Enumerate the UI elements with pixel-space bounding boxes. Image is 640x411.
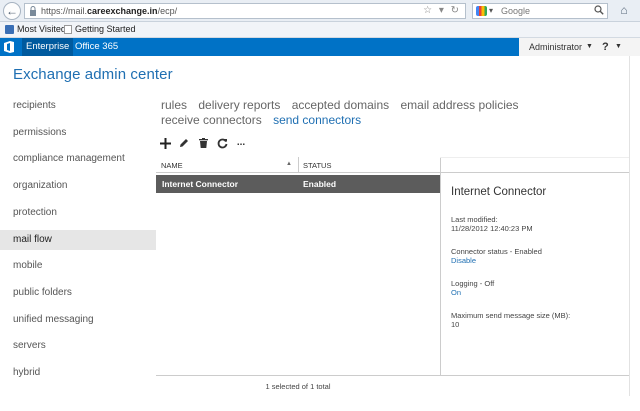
logging-on-link[interactable]: On (451, 288, 494, 297)
nav-item-permissions[interactable]: permissions (0, 123, 156, 143)
column-header-name[interactable]: NAME (161, 161, 183, 170)
column-header-status[interactable]: STATUS (303, 161, 331, 170)
bookmark-most-visited[interactable]: Most Visited (5, 22, 66, 37)
url-domain: careexchange.in (87, 6, 158, 16)
office-bar: Enterprise Office 365 Administrator ▼ ? … (0, 38, 640, 56)
back-button[interactable]: ← (3, 2, 21, 20)
connector-status-label: Connector status - Enabled (451, 247, 542, 256)
nav-item-protection[interactable]: protection (0, 203, 156, 223)
details-title: Internet Connector (451, 186, 547, 198)
add-icon[interactable] (159, 137, 171, 149)
connector-status-block: Connector status - Enabled Disable (451, 247, 542, 265)
search-icon[interactable] (594, 5, 604, 15)
bookmark-label: Most Visited (17, 24, 66, 34)
bookmark-star-icon[interactable]: ☆ ▾ ↻ (423, 4, 461, 18)
search-placeholder: Google (501, 6, 531, 16)
lock-icon (30, 6, 36, 16)
tab-enterprise[interactable]: Enterprise (22, 38, 74, 56)
more-icon[interactable]: ... (235, 137, 247, 149)
toolbar: ... (159, 136, 247, 150)
logging-block: Logging - Off On (451, 279, 494, 297)
nav-item-hybrid[interactable]: hybrid (0, 363, 156, 383)
page-title: Exchange admin center (13, 66, 173, 83)
folder-icon (5, 25, 14, 34)
sort-ascending-icon: ▲ (286, 161, 292, 167)
logging-label: Logging - Off (451, 279, 495, 288)
office-logo-icon (4, 41, 14, 53)
disable-link[interactable]: Disable (451, 256, 542, 265)
chevron-down-icon[interactable]: ▼ (615, 38, 622, 56)
chevron-down-icon[interactable]: ▾ (489, 4, 493, 18)
last-modified-value: 11/28/2012 12:40:23 PM (451, 224, 533, 233)
tab-accepted-domains[interactable]: accepted domains (292, 98, 389, 113)
address-bar[interactable]: https://mail.careexchange.in/ecp/ ☆ ▾ ↻ (24, 3, 466, 19)
nav-item-compliance-management[interactable]: compliance management (0, 149, 156, 169)
tab-rules[interactable]: rules (161, 98, 187, 113)
home-icon[interactable]: ⌂ (614, 3, 634, 19)
tab-email-address-policies[interactable]: email address policies (400, 98, 518, 113)
nav-item-mobile[interactable]: mobile (0, 256, 156, 276)
scrollbar[interactable] (629, 56, 640, 396)
max-size-block: Maximum send message size (MB): 10 (451, 311, 570, 329)
connectors-grid: NAME ▲ STATUS Internet Connector Enabled (156, 157, 440, 375)
grid-header: NAME ▲ STATUS (156, 157, 440, 173)
divider (156, 375, 629, 376)
search-input[interactable]: ▾ Google (472, 3, 608, 19)
max-size-label: Maximum send message size (MB): (451, 311, 571, 320)
selection-count: 1 selected of 1 total (265, 382, 331, 391)
max-size-value: 10 (451, 320, 460, 329)
tab-send-connectors[interactable]: send connectors (273, 113, 361, 128)
tab-office-365[interactable]: Office 365 (71, 38, 122, 56)
url-prefix: https://mail. (41, 6, 88, 16)
user-menu-area: Administrator ▼ ? ▼ (519, 38, 640, 56)
user-menu[interactable]: Administrator (529, 38, 582, 56)
last-modified-label: Last modified: (451, 215, 498, 224)
column-divider[interactable] (298, 157, 299, 173)
last-modified-block: Last modified: 11/28/2012 12:40:23 PM (451, 215, 533, 233)
help-button[interactable]: ? (602, 38, 609, 56)
divider (440, 157, 629, 158)
connector-name-cell: Internet Connector (162, 179, 239, 189)
nav-item-unified-messaging[interactable]: unified messaging (0, 310, 156, 330)
bookmark-label: Getting Started (75, 24, 136, 34)
tab-delivery-reports[interactable]: delivery reports (198, 98, 280, 113)
edit-icon[interactable] (178, 137, 190, 149)
google-icon (476, 6, 487, 16)
connector-status-cell: Enabled (303, 179, 337, 189)
divider (440, 172, 629, 173)
mail-flow-tabs: rules delivery reports accepted domains … (161, 98, 631, 128)
nav-item-organization[interactable]: organization (0, 176, 156, 196)
nav-item-public-folders[interactable]: public folders (0, 283, 156, 303)
tab-receive-connectors[interactable]: receive connectors (161, 113, 262, 128)
nav-item-recipients[interactable]: recipients (0, 96, 156, 116)
table-row[interactable]: Internet Connector Enabled (156, 175, 440, 193)
delete-icon[interactable] (197, 137, 209, 149)
chevron-down-icon[interactable]: ▼ (586, 38, 593, 56)
pane-divider (440, 157, 441, 375)
url-suffix: /ecp/ (157, 6, 178, 16)
bookmarks-bar: Most Visited Getting Started (0, 22, 640, 38)
browser-toolbar: ← https://mail.careexchange.in/ecp/ ☆ ▾ … (0, 0, 640, 22)
page-icon (64, 25, 72, 34)
refresh-icon[interactable] (216, 137, 228, 149)
nav-item-servers[interactable]: servers (0, 336, 156, 356)
bookmark-getting-started[interactable]: Getting Started (64, 22, 136, 37)
nav-item-mail-flow[interactable]: mail flow (0, 230, 156, 250)
